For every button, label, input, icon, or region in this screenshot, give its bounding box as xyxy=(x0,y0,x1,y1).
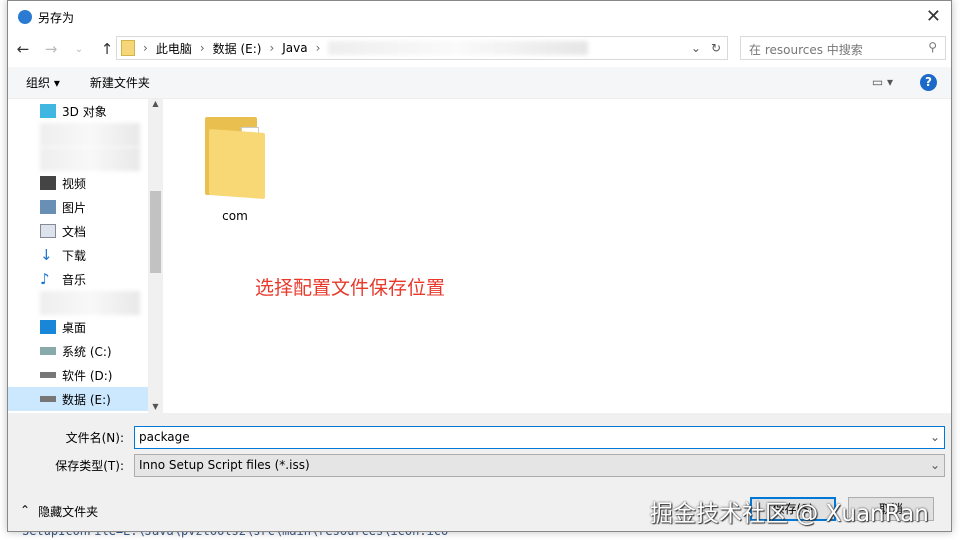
sidebar-item-label: 文档 xyxy=(62,224,87,239)
desktop-icon xyxy=(40,320,56,334)
sidebar-item-drive-e[interactable]: 数据 (E:) xyxy=(8,387,163,411)
drive-icon xyxy=(40,347,56,355)
chevron-right-icon: › xyxy=(199,41,205,55)
close-icon[interactable]: ✕ xyxy=(926,6,941,27)
filetype-label: 保存类型(T): xyxy=(55,458,124,473)
back-icon[interactable]: ← xyxy=(14,40,32,58)
folder-item[interactable]: com xyxy=(200,117,270,223)
filename-value: package xyxy=(139,429,190,444)
drive-icon xyxy=(40,372,56,378)
annotation-text: 选择配置文件保存位置 xyxy=(255,277,446,299)
sidebar-item-label: 系统 (C:) xyxy=(62,344,112,359)
chevron-right-icon: › xyxy=(143,41,148,55)
sidebar-item-documents[interactable]: 文档 xyxy=(8,219,163,243)
blurred-item xyxy=(40,123,140,147)
scrollbar-thumb[interactable] xyxy=(150,191,161,273)
chevron-down-icon[interactable]: ⌄ xyxy=(930,430,940,444)
blurred-item xyxy=(40,291,140,315)
hide-folders-label: 隐藏文件夹 xyxy=(38,505,99,519)
view-options-icon[interactable]: ▭ ▾ xyxy=(872,75,893,89)
sidebar-scrollbar[interactable]: ▲ ▼ xyxy=(148,99,163,413)
cube-icon xyxy=(40,104,56,118)
sidebar-item-videos[interactable]: 视频 xyxy=(8,171,163,195)
search-icon[interactable]: ⚲ xyxy=(928,40,937,54)
folder-name: com xyxy=(222,209,248,223)
sidebar-item-label: 软件 (D:) xyxy=(62,368,113,383)
sidebar-item-desktop[interactable]: 桌面 xyxy=(8,315,163,339)
folder-icon xyxy=(121,40,135,56)
video-icon xyxy=(40,176,56,190)
sidebar-item-drive-d[interactable]: 软件 (D:) xyxy=(8,363,163,387)
drive-icon xyxy=(40,396,56,402)
download-icon: ↓ xyxy=(40,246,53,264)
scroll-down-icon[interactable]: ▼ xyxy=(148,402,163,411)
save-button[interactable]: 保存(S) xyxy=(750,497,836,521)
filetype-select[interactable]: Inno Setup Script files (*.iss) ⌄ xyxy=(134,453,945,477)
breadcrumb-item[interactable]: Java xyxy=(282,41,307,55)
toolbar: 组织 ▾ 新建文件夹 ▭ ▾ ? xyxy=(8,67,951,99)
address-bar[interactable]: › 此电脑 › 数据 (E:) › Java › ⌄ ↻ xyxy=(116,36,728,60)
sidebar-item-pictures[interactable]: 图片 xyxy=(8,195,163,219)
sidebar-item-label: 数据 (E:) xyxy=(62,392,111,407)
save-options: 文件名(N): package ⌄ 保存类型(T): Inno Setup Scr… xyxy=(8,413,951,531)
sidebar-item-label: 3D 对象 xyxy=(62,104,107,119)
chevron-up-icon: ⌃ xyxy=(20,503,31,517)
sidebar-item-music[interactable]: ♪ 音乐 xyxy=(8,267,163,291)
hide-folders-toggle[interactable]: ⌃ 隐藏文件夹 xyxy=(20,503,98,520)
document-icon xyxy=(40,224,56,238)
chevron-right-icon: › xyxy=(315,41,321,55)
sidebar-item-drive-c[interactable]: 系统 (C:) xyxy=(8,339,163,363)
forward-icon[interactable]: → xyxy=(42,40,60,58)
navigation-pane: 3D 对象 视频 图片 文档 ↓ 下载 ♪ 音乐 桌面 系统 (C:) 软件 (D:… xyxy=(8,99,163,413)
music-icon: ♪ xyxy=(40,270,50,288)
sidebar-item-label: 视频 xyxy=(62,176,87,191)
dropdown-icon[interactable]: ⌄ xyxy=(691,41,701,55)
sidebar-item-label: 音乐 xyxy=(62,272,87,287)
breadcrumb-item[interactable]: 数据 (E:) xyxy=(213,40,262,57)
filename-input[interactable]: package ⌄ xyxy=(134,425,945,449)
folder-icon xyxy=(205,117,265,199)
search-placeholder: 在 resources 中搜索 xyxy=(749,43,863,57)
blurred-path xyxy=(328,41,589,55)
app-icon xyxy=(18,10,32,24)
sidebar-item-3d[interactable]: 3D 对象 xyxy=(8,99,163,123)
sidebar-item-downloads[interactable]: ↓ 下载 xyxy=(8,243,163,267)
blurred-item xyxy=(40,147,140,171)
refresh-icon[interactable]: ↻ xyxy=(711,41,721,55)
filename-label: 文件名(N): xyxy=(65,430,124,445)
sidebar-item-label: 图片 xyxy=(62,200,87,215)
dialog-title: 另存为 xyxy=(38,10,75,25)
sidebar-item-label: 下载 xyxy=(62,248,87,263)
search-input[interactable]: 在 resources 中搜索 ⚲ xyxy=(740,36,946,60)
filetype-value: Inno Setup Script files (*.iss) xyxy=(139,457,310,472)
save-as-dialog: 另存为 ✕ ← → ⌄ ↑ › 此电脑 › 数据 (E:) › Java › ⌄… xyxy=(7,0,952,532)
up-icon[interactable]: ↑ xyxy=(98,40,116,58)
title-bar: 另存为 ✕ xyxy=(8,1,951,33)
new-folder-button[interactable]: 新建文件夹 xyxy=(90,74,150,91)
recent-chevron-icon[interactable]: ⌄ xyxy=(70,44,88,55)
cancel-button[interactable]: 取消 xyxy=(848,497,934,521)
organize-button[interactable]: 组织 ▾ xyxy=(26,74,60,91)
chevron-right-icon: › xyxy=(269,41,275,55)
picture-icon xyxy=(40,200,56,214)
help-icon[interactable]: ? xyxy=(920,74,937,91)
breadcrumb-item[interactable]: 此电脑 xyxy=(156,40,192,57)
scroll-up-icon[interactable]: ▲ xyxy=(148,99,163,108)
file-list: com 选择配置文件保存位置 xyxy=(165,99,951,413)
sidebar-item-label: 桌面 xyxy=(62,320,87,335)
chevron-down-icon[interactable]: ⌄ xyxy=(930,458,940,472)
